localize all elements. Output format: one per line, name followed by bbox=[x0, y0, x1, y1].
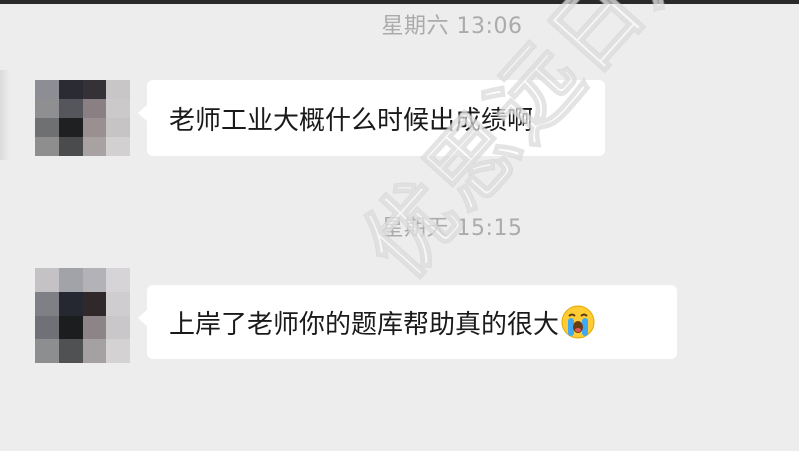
message-text: 老师工业大概什么时候出成绩啊 bbox=[169, 105, 534, 136]
avatar[interactable] bbox=[35, 80, 130, 156]
message-bubble[interactable]: 老师工业大概什么时候出成绩啊 bbox=[138, 80, 605, 156]
message-text: 上岸了老师你的题库帮助真的很大 bbox=[169, 309, 560, 340]
avatar[interactable] bbox=[35, 268, 130, 363]
watermark-edge-fragment bbox=[0, 70, 10, 160]
window-top-border bbox=[0, 0, 799, 4]
message-timestamp: 星期天 15:15 bbox=[381, 216, 523, 241]
message-bubble[interactable]: 上岸了老师你的题库帮助真的很大 bbox=[138, 285, 677, 359]
loudly-crying-face-icon bbox=[561, 305, 595, 339]
message-timestamp: 星期六 13:06 bbox=[381, 14, 523, 39]
